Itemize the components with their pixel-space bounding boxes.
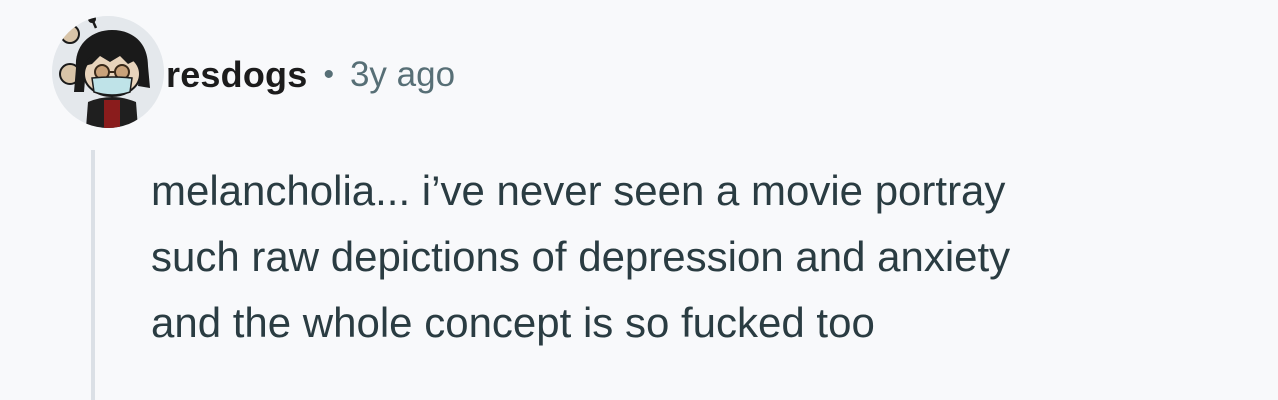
comment-timestamp[interactable]: 3y ago <box>350 55 455 95</box>
snoo-avatar-icon <box>52 16 164 128</box>
comment-body-line: melancholia... i’ve never seen a movie p… <box>151 167 1006 214</box>
comment-body-line: such raw depictions of depression and an… <box>151 233 1011 280</box>
comment: resdogs • 3y ago melancholia... i’ve nev… <box>0 0 1278 400</box>
user-avatar[interactable] <box>52 16 164 128</box>
thread-collapse-line[interactable] <box>91 150 95 400</box>
comment-body-line: and the whole concept is so fucked too <box>151 299 875 346</box>
separator-dot: • <box>323 58 334 91</box>
comment-header: resdogs • 3y ago <box>166 50 455 100</box>
author-username[interactable]: resdogs <box>166 54 307 96</box>
comment-body: melancholia... i’ve never seen a movie p… <box>151 158 1261 356</box>
